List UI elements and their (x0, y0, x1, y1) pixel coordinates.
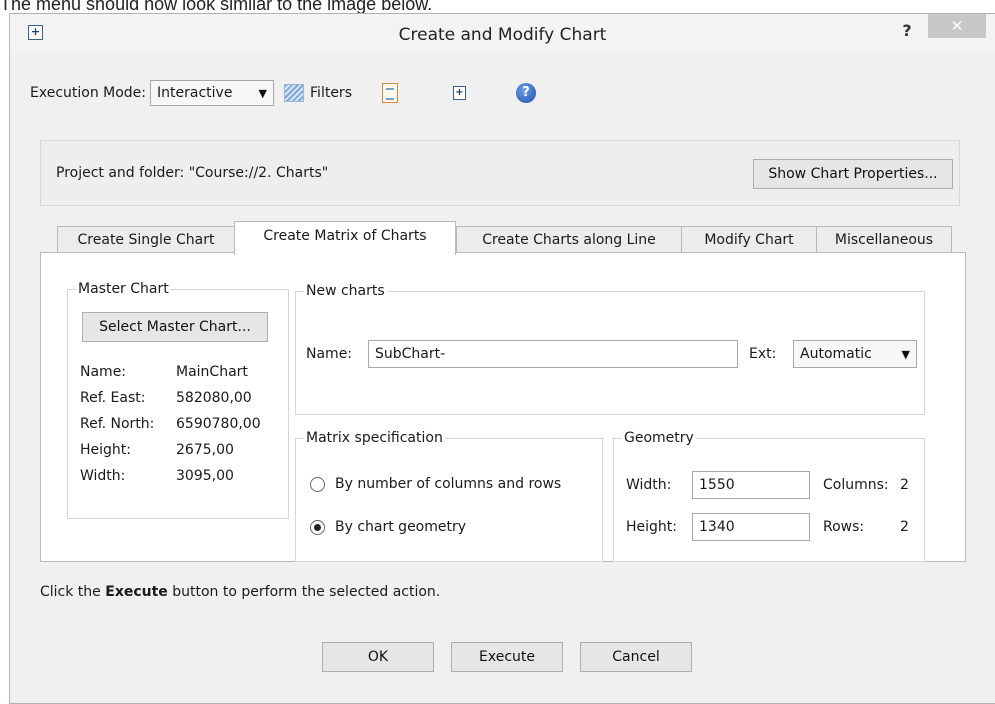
cancel-button[interactable]: Cancel (580, 642, 692, 672)
radio-by-columns-rows[interactable]: By number of columns and rows (310, 476, 561, 492)
geometry-height-label: Height: (626, 519, 677, 535)
rows-label: Rows: (823, 519, 865, 535)
master-height-row: Height: 2675,00 (80, 442, 234, 458)
master-ref-north-row: Ref. North: 6590780,00 (80, 416, 261, 432)
columns-label: Columns: (823, 477, 889, 493)
new-charts-legend: New charts (304, 282, 387, 300)
new-chart-name-label: Name: (306, 346, 353, 362)
master-width-value: 3095,00 (176, 468, 234, 484)
geometry-width-label: Width: (626, 477, 672, 493)
filters-icon (284, 84, 305, 102)
new-chart-icon[interactable]: + (452, 86, 466, 100)
matrix-specification-group: Matrix specification By number of column… (295, 429, 603, 562)
master-ref-east-value: 582080,00 (176, 390, 252, 406)
rows-value: 2 (900, 519, 909, 535)
master-width-row: Width: 3095,00 (80, 468, 234, 484)
master-name-row: Name: MainChart (80, 364, 248, 380)
title-help-button[interactable]: ? (896, 20, 918, 42)
radio-by-chart-geometry-label: By chart geometry (335, 519, 467, 535)
execution-mode-dropdown[interactable]: Interactive ▼ (150, 80, 275, 106)
matrix-spec-legend: Matrix specification (304, 429, 445, 447)
geometry-height-input[interactable]: 1340 (692, 513, 810, 541)
new-chart-name-input[interactable]: SubChart- (368, 340, 738, 368)
new-charts-group: New charts Name: SubChart- Ext: Automati… (295, 282, 925, 415)
ext-label: Ext: (749, 346, 777, 362)
master-name-value: MainChart (176, 364, 248, 380)
radio-button-checked[interactable] (310, 519, 325, 535)
tab-miscellaneous[interactable]: Miscellaneous (816, 226, 952, 254)
report-icon[interactable] (381, 83, 398, 103)
tab-create-single-chart[interactable]: Create Single Chart (57, 226, 235, 254)
project-folder-text: Project and folder: "Course://2. Charts" (56, 165, 329, 181)
filters-label: Filters (310, 85, 352, 101)
footer-hint: Click the Execute button to perform the … (40, 584, 441, 600)
filters-button[interactable]: Filters (284, 84, 352, 102)
footer-hint-execute: Execute (105, 584, 168, 600)
master-chart-legend: Master Chart (76, 280, 171, 298)
ok-button[interactable]: OK (322, 642, 434, 672)
radio-by-chart-geometry[interactable]: By chart geometry (310, 519, 466, 535)
geometry-legend: Geometry (622, 429, 696, 447)
page-caption: The menu should now look similar to the … (0, 0, 433, 14)
radio-button[interactable] (310, 476, 325, 492)
select-master-chart-button[interactable]: Select Master Chart... (82, 312, 268, 342)
ext-value: Automatic (800, 346, 872, 362)
close-button[interactable]: ✕ (928, 14, 986, 38)
show-chart-properties-button[interactable]: Show Chart Properties... (753, 159, 953, 189)
tab-create-charts-along-line[interactable]: Create Charts along Line (456, 226, 682, 254)
dropdown-arrow-icon: ▼ (258, 86, 268, 100)
columns-value: 2 (900, 477, 909, 493)
geometry-width-input[interactable]: 1550 (692, 471, 810, 499)
tab-panel-create-matrix: Master Chart Select Master Chart... Name… (40, 252, 966, 562)
radio-by-columns-rows-label: By number of columns and rows (335, 476, 562, 492)
master-ref-east-row: Ref. East: 582080,00 (80, 390, 252, 406)
project-panel: Project and folder: "Course://2. Charts"… (40, 140, 960, 206)
master-ref-north-value: 6590780,00 (176, 416, 261, 432)
execute-button[interactable]: Execute (451, 642, 563, 672)
tab-create-matrix-of-charts[interactable]: Create Matrix of Charts (234, 221, 456, 255)
execution-mode-value: Interactive (157, 85, 233, 101)
dropdown-arrow-icon: ▼ (901, 347, 910, 361)
toolbar: Execution Mode: Interactive ▼ Filters + … (30, 80, 536, 106)
window-title: Create and Modify Chart (398, 25, 607, 45)
master-height-value: 2675,00 (176, 442, 234, 458)
help-icon[interactable]: ? (515, 83, 536, 103)
master-chart-group: Master Chart Select Master Chart... Name… (67, 280, 289, 519)
title-bar: + Create and Modify Chart ? ✕ (10, 14, 995, 54)
execution-mode-label: Execution Mode: (30, 85, 147, 101)
tab-modify-chart[interactable]: Modify Chart (681, 226, 817, 254)
ext-dropdown[interactable]: Automatic ▼ (793, 340, 917, 368)
geometry-group: Geometry Width: 1550 Columns: 2 Height: … (613, 429, 925, 562)
